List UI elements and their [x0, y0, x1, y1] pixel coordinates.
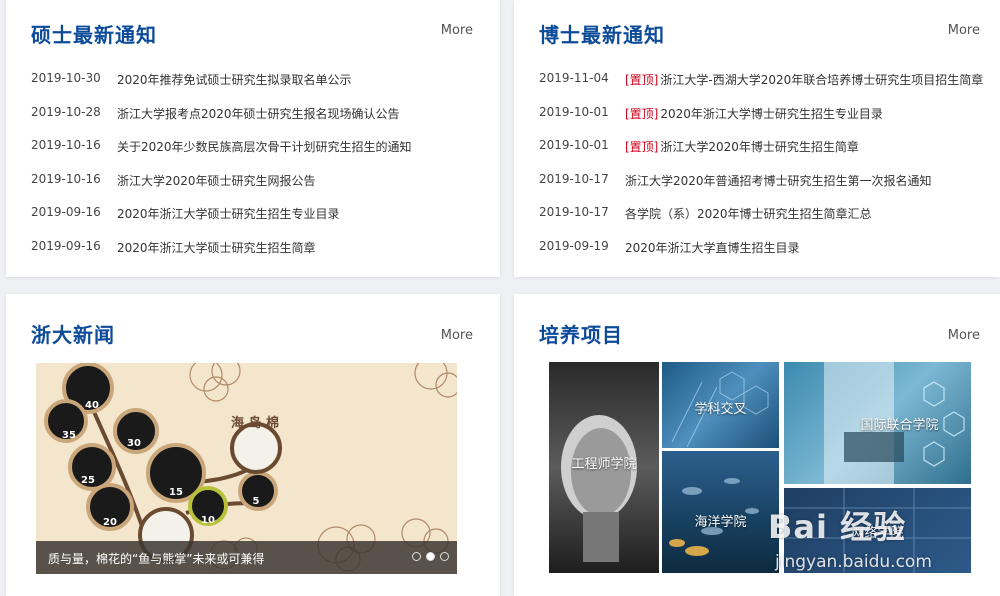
- bubble-number-5: 5: [253, 496, 260, 507]
- notice-link[interactable]: 2020年浙江大学博士研究生招生专业目录: [660, 105, 883, 139]
- notice-date: 2019-10-16: [31, 171, 101, 186]
- notice-date: 2019-10-28: [31, 104, 101, 119]
- notice-link[interactable]: 浙江大学2020年博士研究生招生简章: [660, 138, 859, 172]
- notice-date: 2019-10-17: [539, 171, 609, 186]
- notice-link[interactable]: 2020年推荐免试硕士研究生拟录取名单公示: [117, 71, 352, 105]
- pinned-tag: [置顶]: [625, 73, 659, 87]
- doctors-notice-list: 2019-11-04 [置顶] 浙江大学-西湖大学2020年联合培养博士研究生项目招…: [539, 71, 983, 272]
- notice-date: 2019-09-16: [31, 205, 101, 219]
- carousel-caption-bar: 质与量，棉花的“鱼与熊掌”未来或可兼得: [36, 541, 457, 574]
- notice-link[interactable]: 2020年浙江大学直博生招生目录: [625, 239, 800, 273]
- notice-link[interactable]: 浙江大学-西湖大学2020年联合培养博士研究生项目招生简章: [660, 71, 983, 105]
- notice-link[interactable]: 关于2020年少数民族高层次骨干计划研究生招生的通知: [117, 138, 412, 172]
- bubble-label: 海 岛 棉: [231, 415, 279, 431]
- notice-date: 2019-10-16: [31, 138, 101, 152]
- masters-notice-row: 2019-10-28 浙江大学报考点2020年硕士研究生报名现场确认公告: [31, 105, 412, 139]
- training-projects-card: 培养项目 More 工程师学院 学科交叉 海洋学院 国际联合学院 网络学院: [514, 294, 1000, 596]
- news-carousel[interactable]: 40 35 30 25 15 20 10 5 海 岛 棉 质与量，棉花的“鱼与熊…: [36, 363, 457, 574]
- pinned-tag: [置顶]: [625, 106, 659, 121]
- training-projects-title: 培养项目: [539, 323, 623, 347]
- masters-more-link[interactable]: More: [441, 23, 473, 38]
- project-ocean[interactable]: 海洋学院: [662, 451, 779, 573]
- doctors-notice-row: 2019-11-04 [置顶] 浙江大学-西湖大学2020年联合培养博士研究生项目招…: [539, 71, 983, 105]
- fiber-bubbles: 40 35 30 25 15 20 10 5 海 岛 棉: [44, 363, 282, 563]
- doctors-notice-row: 2019-10-17 浙江大学2020年普通招考博士研究生招生第一次报名通知: [539, 172, 983, 206]
- bubble-number-15: 15: [169, 487, 183, 498]
- doctors-notice-title: 博士最新通知: [539, 23, 665, 47]
- notice-date: 2019-10-17: [539, 205, 609, 219]
- project-fifth[interactable]: 网络学院: [784, 488, 971, 573]
- zju-news-card: 浙大新闻 More 40 35 30 25 15 20 10 5 海 岛 棉 质…: [6, 294, 500, 596]
- carousel-dot-2[interactable]: [426, 552, 435, 561]
- project-engineer[interactable]: 工程师学院: [549, 362, 659, 573]
- notice-link[interactable]: 2020年浙江大学硕士研究生招生专业目录: [117, 205, 340, 239]
- doctors-notice-card: 博士最新通知 More 2019-11-04 [置顶] 浙江大学-西湖大学2020年…: [514, 0, 1000, 277]
- notice-date: 2019-09-16: [31, 238, 101, 253]
- notice-link[interactable]: 各学院（系）2020年博士研究生招生简章汇总: [625, 205, 872, 239]
- zju-news-more-link[interactable]: More: [441, 328, 473, 343]
- carousel-dot-3[interactable]: [440, 552, 449, 561]
- project-engineer-label: 工程师学院: [571, 457, 637, 472]
- bubble-number-25: 25: [81, 475, 95, 486]
- notice-link[interactable]: 2020年浙江大学硕士研究生招生简章: [117, 239, 316, 273]
- pinned-tag: [置顶]: [625, 140, 659, 154]
- project-cross-label: 学科交叉: [694, 402, 747, 417]
- bubble-number-20: 20: [103, 517, 117, 528]
- notice-link[interactable]: 浙江大学2020年硕士研究生网报公告: [117, 172, 316, 206]
- bubble-number-30: 30: [127, 438, 141, 449]
- masters-notice-card: 硕士最新通知 More 2019-10-30 2020年推荐免试硕士研究生拟录取名…: [6, 0, 500, 277]
- carousel-dots: [412, 552, 449, 561]
- project-cross[interactable]: 学科交叉: [662, 362, 779, 448]
- training-projects-more-link[interactable]: More: [948, 328, 980, 343]
- bubble-number-10: 10: [201, 515, 215, 526]
- zju-news-title: 浙大新闻: [31, 323, 115, 347]
- bubble-number-40: 40: [85, 400, 99, 411]
- doctors-more-link[interactable]: More: [948, 23, 980, 38]
- notice-link[interactable]: 浙江大学报考点2020年硕士研究生报名现场确认公告: [117, 105, 400, 139]
- masters-notice-title: 硕士最新通知: [31, 23, 157, 47]
- bubble-number-35: 35: [62, 430, 76, 441]
- masters-notice-row: 2019-10-16 关于2020年少数民族高层次骨干计划研究生招生的通知: [31, 138, 412, 172]
- masters-notice-list: 2019-10-30 2020年推荐免试硕士研究生拟录取名单公示 2019-10-2…: [31, 71, 412, 272]
- notice-date: 2019-10-01: [539, 138, 609, 152]
- project-ocean-label: 海洋学院: [694, 515, 747, 530]
- notice-date: 2019-10-01: [539, 104, 609, 119]
- masters-notice-row: 2019-10-16 浙江大学2020年硕士研究生网报公告: [31, 172, 412, 206]
- doctors-notice-row: 2019-10-01 [置顶] 浙江大学2020年博士研究生招生简章: [539, 138, 983, 172]
- project-fifth-label: 网络学院: [851, 526, 904, 541]
- carousel-dot-1[interactable]: [412, 552, 421, 561]
- carousel-caption[interactable]: 质与量，棉花的“鱼与熊掌”未来或可兼得: [48, 550, 264, 567]
- notice-date: 2019-11-04: [539, 71, 609, 85]
- notice-date: 2019-09-19: [539, 238, 609, 253]
- notice-link[interactable]: 浙江大学2020年普通招考博士研究生招生第一次报名通知: [625, 172, 932, 206]
- notice-date: 2019-10-30: [31, 71, 101, 85]
- project-intl[interactable]: 国际联合学院: [784, 362, 971, 484]
- project-intl-label: 国际联合学院: [860, 418, 939, 433]
- masters-notice-row: 2019-10-30 2020年推荐免试硕士研究生拟录取名单公示: [31, 71, 412, 105]
- doctors-notice-row: 2019-10-17 各学院（系）2020年博士研究生招生简章汇总: [539, 205, 983, 239]
- doctors-notice-row: 2019-10-01 [置顶] 2020年浙江大学博士研究生招生专业目录: [539, 105, 983, 139]
- masters-notice-row: 2019-09-16 2020年浙江大学硕士研究生招生专业目录: [31, 205, 412, 239]
- masters-notice-row: 2019-09-16 2020年浙江大学硕士研究生招生简章: [31, 239, 412, 273]
- doctors-notice-row: 2019-09-19 2020年浙江大学直博生招生目录: [539, 239, 983, 273]
